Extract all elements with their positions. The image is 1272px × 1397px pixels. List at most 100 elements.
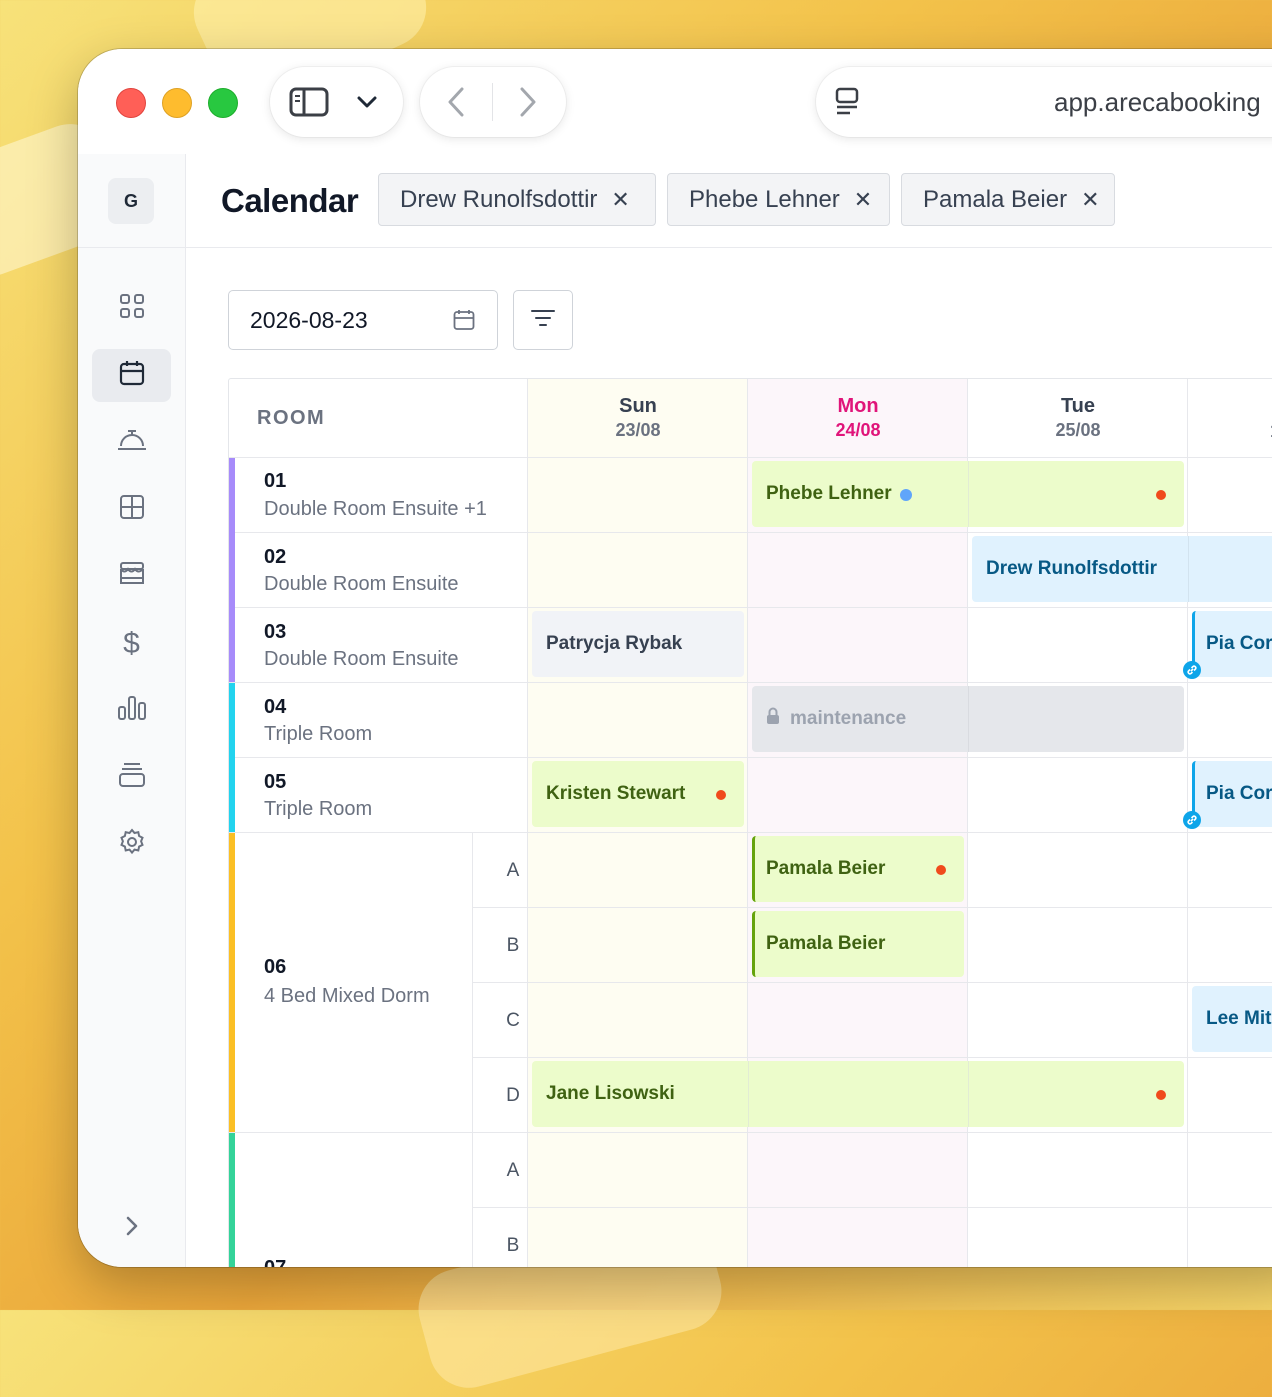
maintenance-block[interactable]: maintenance — [752, 686, 1184, 752]
room-type: 4 Bed Mixed Dorm — [264, 985, 430, 1007]
sidebar-item-rooms[interactable] — [92, 483, 171, 536]
filter-icon — [530, 308, 556, 333]
guest-name: Pamala Beier — [766, 858, 886, 879]
sidebar-item-settings[interactable] — [92, 818, 171, 871]
guest-name: Pia Cor — [1206, 783, 1272, 804]
status-dot — [716, 790, 726, 800]
bed-label: D — [506, 1085, 520, 1106]
close-icon[interactable]: ✕ — [611, 187, 629, 213]
date-picker-input[interactable]: 2026-08-23 — [228, 290, 498, 350]
guest-name: Jane Lisowski — [546, 1083, 675, 1104]
address-bar[interactable]: app.arecabooking — [816, 67, 1272, 137]
guest-name: Phebe Lehner — [766, 483, 892, 504]
sidebar-item-reception[interactable] — [92, 416, 171, 469]
room-number: 06 — [264, 956, 287, 978]
guest-name: Pamala Beier — [766, 933, 886, 954]
room-accent — [229, 458, 235, 682]
day-name: Sun — [619, 395, 657, 417]
booking-block[interactable]: Kristen Stewart — [532, 761, 744, 827]
url-text[interactable]: app.arecabooking — [1054, 87, 1261, 118]
bed-label: A — [506, 1160, 520, 1181]
chevron-down-icon[interactable] — [350, 87, 384, 117]
bed-label: A — [506, 860, 520, 881]
sidebar-item-reports[interactable] — [92, 684, 171, 737]
room-accent — [229, 683, 235, 832]
page-title: Calendar — [221, 182, 359, 219]
block-label: maintenance — [790, 708, 907, 729]
filter-chip[interactable]: Pamala Beier ✕ — [901, 173, 1115, 226]
calendar-grid: ROOM Sun 23/08 Mon 24/08 Tue 25/08 1 — [228, 378, 1272, 1267]
history-nav-group — [420, 67, 566, 137]
link-icon — [1183, 661, 1201, 679]
room-type: Double Room Ensuite — [264, 573, 459, 595]
close-icon[interactable]: ✕ — [854, 187, 872, 213]
page-header: Calendar Drew Runolfsdottir ✕ Phebe Lehn… — [186, 154, 1272, 248]
sidebar-item-calendar[interactable] — [92, 349, 171, 402]
room-number: 04 — [264, 696, 287, 718]
sidebar-item-channels[interactable] — [92, 751, 171, 804]
room-type: Double Room Ensuite — [264, 648, 459, 670]
link-icon — [1183, 811, 1201, 829]
title-bar: app.arecabooking — [78, 49, 1272, 154]
guest-name: Pia Cor — [1206, 633, 1272, 654]
layers-icon — [118, 762, 146, 793]
bed-label: B — [506, 935, 520, 956]
day-date: 24/08 — [835, 420, 881, 440]
status-dot — [1156, 490, 1166, 500]
gear-icon — [118, 828, 146, 861]
calendar-icon[interactable] — [453, 309, 475, 337]
bar-chart-icon — [117, 695, 147, 726]
room-type: Triple Room — [264, 798, 373, 820]
bed-label: B — [506, 1235, 520, 1256]
booking-block[interactable]: Pia Cor — [1183, 611, 1272, 679]
chip-label: Pamala Beier — [923, 185, 1068, 213]
chip-label: Drew Runolfsdottir — [400, 185, 598, 213]
sidebar-toggle-icon[interactable] — [286, 83, 332, 121]
bed-label: C — [506, 1010, 520, 1031]
calendar-content: 2026-08-23 ROOM Sun 23/08 Mon 24/08 Tue … — [186, 248, 1272, 1267]
guest-name: Drew Runolfsdottir — [986, 558, 1157, 579]
forward-arrow-icon[interactable] — [510, 85, 546, 119]
room-number: 05 — [264, 771, 287, 793]
room-number: 01 — [264, 470, 287, 492]
guest-name: Lee Mit — [1206, 1008, 1272, 1029]
app-sidebar: G $ — [78, 154, 186, 1267]
sidebar-item-dashboard[interactable] — [92, 282, 171, 335]
room-number: 07 — [264, 1257, 286, 1267]
close-window-button[interactable] — [116, 88, 146, 118]
booking-block[interactable]: Pia Cor — [1183, 761, 1272, 829]
day-header-sun: Sun 23/08 — [528, 379, 748, 457]
back-arrow-icon[interactable] — [438, 85, 474, 119]
filter-chip[interactable]: Phebe Lehner ✕ — [667, 173, 890, 226]
day-name: Tue — [1060, 395, 1096, 417]
workspace-avatar[interactable]: G — [108, 178, 154, 224]
day-name: Mon — [837, 395, 879, 417]
booking-block[interactable]: Patrycja Rybak — [532, 611, 744, 677]
status-dot — [1156, 1090, 1166, 1100]
day-header-partial: 1 — [1188, 379, 1272, 457]
room-column-header: ROOM — [257, 407, 326, 429]
filter-chip[interactable]: Drew Runolfsdottir ✕ — [378, 173, 656, 226]
booking-block[interactable]: Phebe Lehner — [752, 461, 1184, 527]
sidebar-item-finance[interactable]: $ — [92, 617, 171, 670]
filter-button[interactable] — [513, 290, 573, 350]
booking-block[interactable]: Pamala Beier — [752, 911, 964, 977]
zoom-window-button[interactable] — [208, 88, 238, 118]
booking-block[interactable]: Lee Mit — [1192, 986, 1272, 1052]
minimize-window-button[interactable] — [162, 88, 192, 118]
room-type: Double Room Ensuite +1 — [264, 498, 487, 520]
bell-concierge-icon — [117, 427, 147, 458]
sidebar-expand-button[interactable] — [92, 1202, 171, 1255]
sidebar-header: G — [78, 154, 185, 248]
booking-block[interactable]: Pamala Beier — [752, 836, 964, 902]
store-icon — [118, 561, 146, 592]
sidebar-item-store[interactable] — [92, 550, 171, 603]
booking-block[interactable]: Drew Runolfsdottir — [972, 536, 1272, 602]
day-date: 25/08 — [1055, 420, 1101, 440]
guest-name: Kristen Stewart — [546, 783, 686, 804]
room-number: 02 — [264, 546, 287, 568]
grid-icon — [119, 293, 145, 324]
close-icon[interactable]: ✕ — [1081, 187, 1099, 213]
booking-block[interactable]: Jane Lisowski — [532, 1061, 1184, 1127]
reader-mode-icon[interactable] — [832, 87, 862, 117]
